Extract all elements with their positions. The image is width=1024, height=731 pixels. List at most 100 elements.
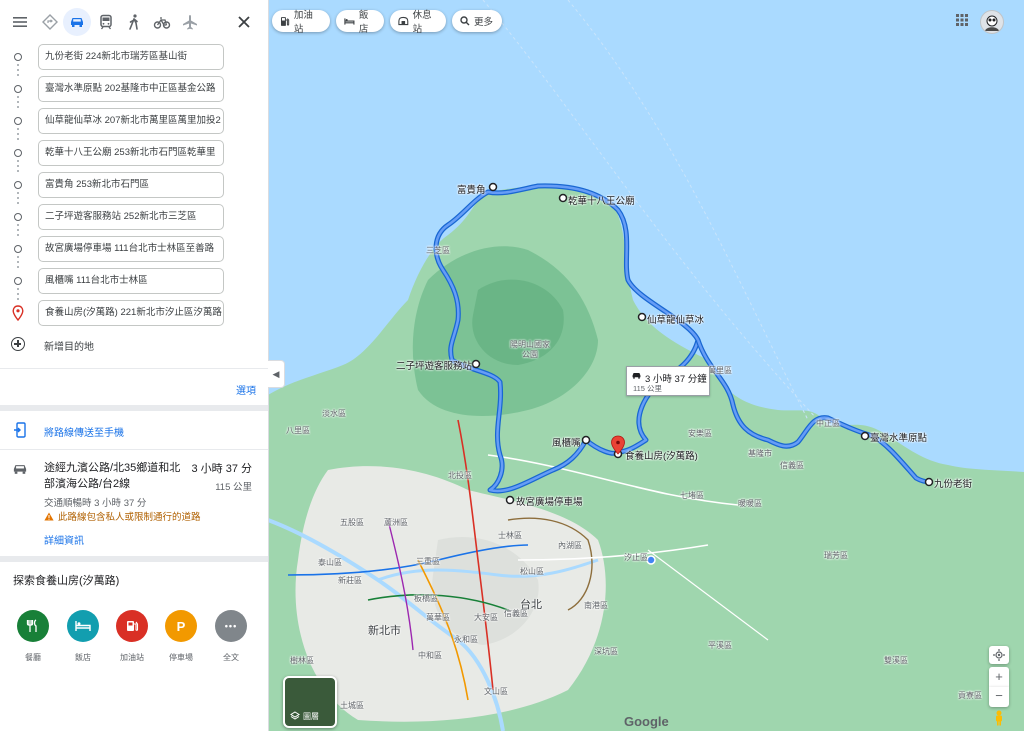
divider [0, 556, 268, 562]
area-label: 泰山區 [318, 558, 342, 567]
stop-circle-icon [14, 53, 22, 61]
stop-input[interactable]: 仙草龍仙草冰 207新北市萬里區萬里加投2 [38, 108, 224, 134]
gas-station-chip[interactable]: 加油站 [272, 10, 330, 35]
area-label: 平溪區 [708, 641, 732, 650]
area-label: 萬里區 [708, 366, 732, 375]
chip-label: 休息站 [412, 10, 432, 35]
route-traffic-note: 交通順暢時 3 小時 37 分 [44, 498, 147, 509]
area-label: 蘆洲區 [384, 518, 408, 527]
stop-input[interactable]: 二子坪遊客服務站 252新北市三芝區 [38, 204, 224, 230]
chip-label: 加油站 [293, 10, 313, 35]
route-box-distance: 115 公里 [633, 384, 663, 393]
area-label: 樹林區 [290, 656, 314, 665]
pegman-icon [996, 710, 1002, 726]
route-stop: 九份老街 224新北市瑞芳區基山街 [0, 43, 268, 76]
warning-icon [44, 512, 54, 520]
stop-input[interactable]: 乾華十八王公廟 253新北市石門區乾華里 [38, 140, 224, 166]
chevron-left-icon: ◀ [272, 368, 280, 379]
area-label: 北投區 [448, 471, 472, 480]
add-icon [11, 337, 25, 351]
car-mode-icon[interactable] [63, 8, 91, 36]
stop-input[interactable]: 富貴角 253新北市石門區 [38, 172, 224, 198]
street-view-pegman[interactable] [989, 710, 1009, 728]
place-label[interactable]: 食養山房(汐萬路) [625, 448, 698, 462]
layers-icon [290, 711, 300, 720]
area-label: 八里區 [286, 426, 310, 435]
route-stop: 風櫃嘴 111台北市士林區 [0, 267, 268, 300]
best-route-icon[interactable] [36, 8, 64, 36]
route-stop: 乾華十八王公廟 253新北市石門區乾華里 [0, 139, 268, 172]
stop-input[interactable]: 臺灣水準原點 202基隆市中正區基金公路 [38, 76, 224, 102]
close-icon[interactable] [230, 8, 258, 36]
zoom-out-button[interactable]: − [989, 687, 1009, 707]
divider [0, 405, 268, 411]
my-location-button[interactable] [989, 646, 1009, 664]
route-option-card[interactable]: 途經九濱公路/北35鄉道和北部濱海公路/台2線 3 小時 37 分 115 公里… [0, 452, 268, 552]
explore-title: 探索食養山房(汐萬路) [13, 575, 120, 587]
stop-input[interactable]: 風櫃嘴 111台北市士林區 [38, 268, 224, 294]
layers-button[interactable]: 圖層 [283, 676, 337, 728]
add-destination-button[interactable]: 新增目的地 [0, 332, 268, 358]
area-label: 陽明山國家公園 [510, 340, 550, 359]
area-label: 淡水區 [322, 409, 346, 418]
hotels-chip[interactable]: 飯店 [336, 10, 384, 35]
explore-label: 全文 [223, 653, 239, 662]
stop-input[interactable]: 九份老街 224新北市瑞芳區基山街 [38, 44, 224, 70]
area-label: 松山區 [520, 567, 544, 576]
area-label: 南港區 [584, 601, 608, 610]
hotel-icon [344, 17, 355, 25]
bike-mode-icon[interactable] [148, 8, 176, 36]
zoom-in-button[interactable]: + [989, 667, 1009, 687]
menu-icon[interactable] [6, 8, 34, 36]
explore-more-button[interactable]: ••• 全文 [209, 610, 253, 663]
explore-gas-button[interactable]: 加油站 [110, 610, 154, 663]
route-stop: 故宮廣場停車場 111台北市士林區至善路 [0, 235, 268, 268]
chip-label: 更多 [474, 17, 494, 28]
explore-hotels-button[interactable]: 飯店 [61, 610, 105, 663]
route-info-box[interactable]: 3 小時 37 分鐘 115 公里 [626, 366, 710, 396]
gas-station-icon [116, 610, 148, 642]
explore-restaurants-button[interactable]: 餐廳 [11, 610, 55, 663]
destination-input[interactable]: 食養山房(汐萬路) 221新北市汐止區汐萬路 [38, 300, 224, 326]
rest-stop-chip[interactable]: 休息站 [390, 10, 446, 35]
stop-circle-icon [14, 117, 22, 125]
gas-station-icon [280, 16, 290, 26]
area-label: 永和區 [454, 635, 478, 644]
route-duration: 3 小時 37 分 [191, 463, 252, 475]
place-label[interactable]: 九份老街 [934, 476, 972, 490]
walk-mode-icon[interactable] [120, 8, 148, 36]
collapse-panel-button[interactable]: ◀ [268, 360, 285, 388]
more-icon: ••• [215, 610, 247, 642]
area-label: 土城區 [340, 701, 364, 710]
route-warning: 此路線包含私人或限制通行的道路 [44, 509, 201, 523]
avatar[interactable] [980, 10, 1004, 34]
divider [0, 368, 268, 369]
place-label[interactable]: 二子坪遊客服務站 [396, 358, 472, 372]
place-label[interactable]: 故宮廣場停車場 [516, 494, 583, 508]
area-label: 五股區 [340, 518, 364, 527]
area-label: 萬華區 [426, 613, 450, 622]
transit-mode-icon[interactable] [92, 8, 120, 36]
area-label: 基隆市 [748, 449, 772, 458]
route-stop-destination: 食養山房(汐萬路) 221新北市汐止區汐萬路 [0, 299, 268, 329]
explore-parking-button[interactable]: P 停車場 [159, 610, 203, 663]
route-details-link[interactable]: 詳細資訊 [44, 532, 84, 547]
place-label[interactable]: 富貴角 [457, 182, 486, 196]
route-distance: 115 公里 [215, 482, 252, 493]
more-chip[interactable]: 更多 [452, 10, 502, 32]
apps-grid-icon[interactable] [956, 14, 968, 26]
place-label[interactable]: 仙草龍仙草冰 [647, 312, 704, 326]
area-label: 雙溪區 [884, 656, 908, 665]
add-destination-label: 新增目的地 [44, 342, 94, 353]
flight-mode-icon[interactable] [176, 8, 204, 36]
options-link[interactable]: 選項 [236, 382, 256, 397]
send-to-phone-button[interactable]: 將路線傳送至手機 [0, 418, 268, 442]
place-label[interactable]: 臺灣水準原點 [870, 430, 927, 444]
stop-input[interactable]: 故宮廣場停車場 111台北市士林區至善路 [38, 236, 224, 262]
stop-circle-icon [14, 149, 22, 157]
place-label[interactable]: 風櫃嘴 [552, 435, 581, 449]
route-warning-text: 此路線包含私人或限制通行的道路 [58, 512, 201, 523]
area-label: 安樂區 [688, 429, 712, 438]
place-label[interactable]: 乾華十八王公廟 [568, 193, 635, 207]
area-label: 深坑區 [594, 647, 618, 656]
